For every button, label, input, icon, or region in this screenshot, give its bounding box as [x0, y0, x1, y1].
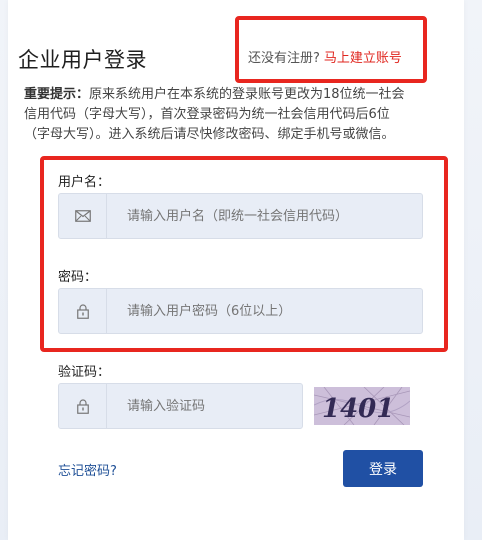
captcha-input[interactable]: [107, 384, 302, 428]
register-prompt-line: 还没有注册? 马上建立账号: [248, 47, 402, 66]
register-prompt: 还没有注册?: [248, 51, 320, 66]
notice-label: 重要提示：: [24, 87, 90, 102]
captcha-text: 1401: [322, 394, 394, 424]
notice-line-1: 重要提示：原来系统用户在本系统的登录账号更改为18位统一社会: [24, 85, 448, 105]
lock-icon: [59, 384, 107, 428]
forgot-password-link[interactable]: 忘记密码?: [58, 460, 117, 479]
register-link[interactable]: 马上建立账号: [324, 51, 402, 66]
captcha-image[interactable]: 1401: [314, 387, 410, 425]
envelope-icon: [59, 194, 107, 238]
username-field[interactable]: [58, 193, 423, 239]
password-field[interactable]: [58, 288, 423, 334]
important-notice: 重要提示：原来系统用户在本系统的登录账号更改为18位统一社会 信用代码（字母大写…: [24, 85, 448, 145]
captcha-field[interactable]: [58, 383, 303, 429]
username-input[interactable]: [107, 194, 422, 238]
page-title: 企业用户登录: [18, 48, 147, 72]
password-label: 密码：: [58, 270, 98, 285]
lock-icon: [59, 289, 107, 333]
notice-line-2: 信用代码（字母大写），首次登录密码为统一社会信用代码后6位: [24, 107, 390, 122]
notice-text-1: 原来系统用户在本系统的登录账号更改为18位统一社会: [89, 87, 405, 102]
notice-line-3: （字母大写）。进入系统后请尽快修改密码、绑定手机号或微信。: [24, 127, 395, 142]
captcha-label: 验证码：: [58, 365, 111, 380]
login-button[interactable]: 登录: [343, 450, 423, 487]
username-label: 用户名：: [58, 175, 111, 190]
password-input[interactable]: [107, 289, 422, 333]
